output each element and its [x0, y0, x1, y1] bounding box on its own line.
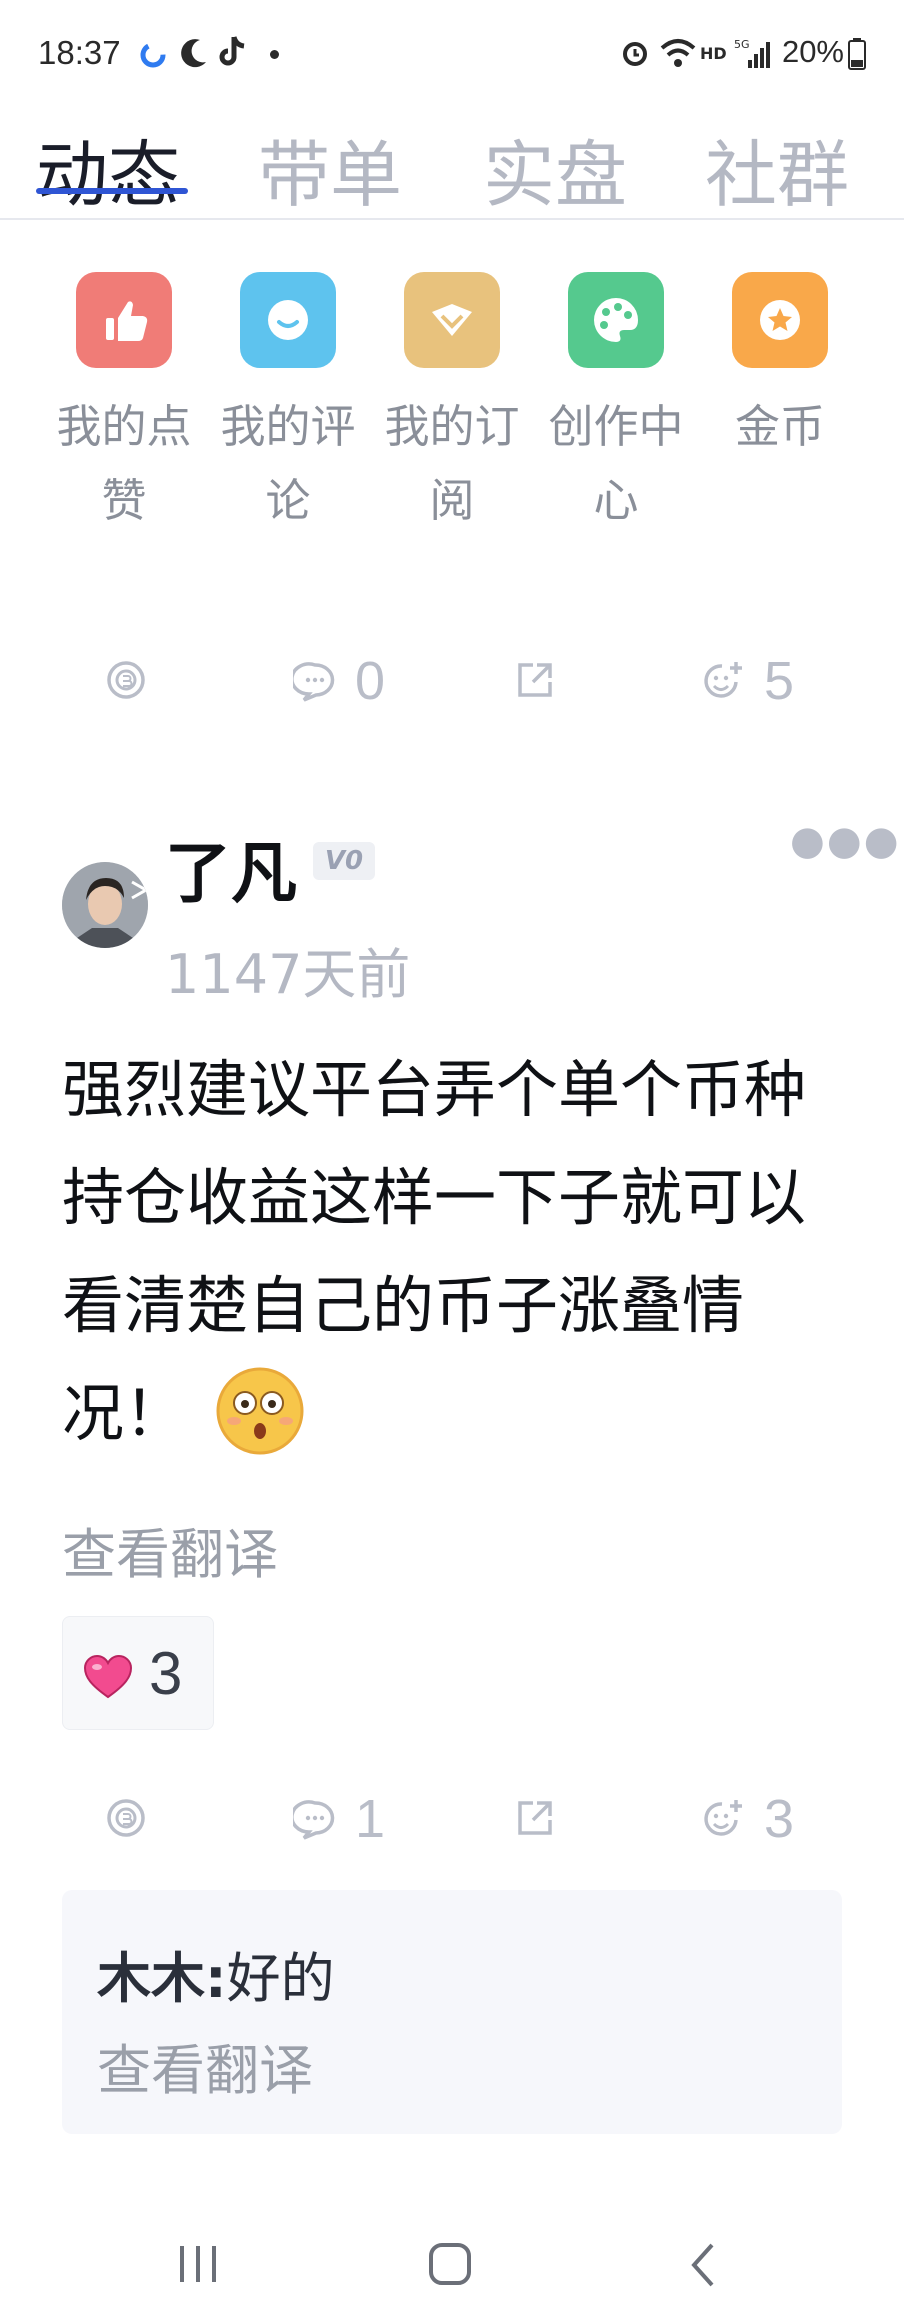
- creator-center-label-line1: 创作中: [548, 400, 684, 453]
- battery-percent: 20%: [781, 34, 844, 69]
- flushed-emoji-icon: [216, 1367, 304, 1455]
- share-icon: [518, 663, 552, 697]
- creator-center-button[interactable]: 创作中 心: [534, 272, 698, 538]
- comment-bubble-icon: [293, 1800, 335, 1840]
- tab-copy-trading[interactable]: 带单: [258, 130, 402, 220]
- tab-dynamics[interactable]: 动态: [36, 130, 180, 220]
- my-comments-label-line2: 论: [265, 474, 311, 527]
- moon-icon: [181, 39, 206, 68]
- translate-link[interactable]: 查看翻译: [62, 1510, 278, 1589]
- active-tab-indicator: [36, 188, 188, 194]
- my-likes-button[interactable]: 我的点 赞: [42, 272, 206, 538]
- reaction-button[interactable]: 5: [700, 650, 794, 712]
- tip-button[interactable]: [104, 658, 148, 702]
- my-comments-label-line1: 我的评: [220, 400, 356, 453]
- share-button[interactable]: [513, 658, 557, 702]
- comment-translate-link[interactable]: 查看翻译: [97, 2026, 313, 2105]
- add-reaction-icon: [704, 1800, 742, 1836]
- add-reaction-icon: [704, 662, 742, 698]
- battery-icon: [848, 38, 866, 70]
- my-comments-button[interactable]: 我的评 论: [206, 272, 370, 538]
- my-likes-label-line1: 我的点: [56, 400, 192, 453]
- tiktok-icon: [219, 36, 245, 66]
- author-name[interactable]: 了凡: [165, 820, 297, 916]
- creator-center-label-line2: 心: [593, 474, 639, 527]
- comment-count: 0: [355, 651, 386, 711]
- signal-icon: 5G: [734, 38, 770, 68]
- comment-button[interactable]: 1: [293, 1788, 385, 1850]
- reaction-count: 3: [764, 1789, 795, 1849]
- my-likes-label-line2: 赞: [101, 474, 147, 527]
- tab-live-trading[interactable]: 实盘: [483, 130, 627, 220]
- tip-button[interactable]: [104, 1796, 148, 1840]
- post-content: 强烈建议平台弄个单个币种持仓收益这样一下子就可以看清楚自己的币子涨叠情况！: [62, 1036, 852, 1468]
- tab-community[interactable]: 社群: [705, 130, 849, 220]
- coin-icon: [732, 272, 828, 368]
- comment-icon: [240, 272, 336, 368]
- recent-apps-icon[interactable]: [176, 2244, 220, 2284]
- wifi-icon: [660, 39, 696, 67]
- tip-coin-icon: [107, 1799, 145, 1837]
- reaction-button[interactable]: 3: [700, 1788, 794, 1850]
- comment-count: 1: [355, 1789, 386, 1849]
- tabs-divider: [0, 218, 904, 220]
- comment-text: 好的: [226, 1947, 335, 2010]
- loading-icon: [140, 42, 166, 68]
- subscribe-icon: [404, 272, 500, 368]
- tip-coin-icon: [107, 661, 145, 699]
- coins-button[interactable]: 金币: [698, 272, 862, 464]
- coins-label-line1: 金币: [734, 400, 825, 453]
- status-time: 18:37: [38, 34, 121, 71]
- top-tabs: 动态 带单 实盘 社群: [0, 130, 904, 220]
- post-text: 强烈建议平台弄个单个币种持仓收益这样一下子就可以看清楚自己的币子涨叠情况！: [62, 1053, 807, 1450]
- action-row: 0 5: [0, 650, 904, 720]
- palette-icon: [568, 272, 664, 368]
- alarm-icon: [623, 42, 647, 66]
- heart-count: 3: [149, 1640, 183, 1707]
- author-avatar[interactable]: [62, 862, 148, 948]
- home-icon[interactable]: [428, 2242, 472, 2286]
- comment-line: 木木:好的: [97, 1934, 335, 2013]
- post-time: 1147天前: [165, 943, 411, 1006]
- share-icon: [518, 1801, 552, 1835]
- my-subscriptions-label-line1: 我的订: [384, 400, 520, 453]
- hd-label: HD: [700, 44, 727, 63]
- comment-bubble-icon: [293, 662, 335, 702]
- comment-author[interactable]: 木木:: [97, 1947, 227, 2010]
- my-subscriptions-label-line2: 阅: [429, 474, 475, 527]
- heart-icon: [83, 1655, 133, 1699]
- share-button[interactable]: [513, 1796, 557, 1840]
- level-badge: V0: [313, 842, 375, 880]
- dot-icon: [270, 50, 279, 59]
- status-bar: 18:37 HD 5G 20%: [0, 0, 904, 110]
- thumbs-up-icon: [76, 272, 172, 368]
- reaction-count: 5: [764, 651, 795, 711]
- post-action-row: 1 3: [0, 1788, 904, 1858]
- more-options-icon[interactable]: ●●●: [790, 818, 901, 864]
- system-nav-bar: [0, 2200, 904, 2316]
- heart-reaction-chip[interactable]: 3: [62, 1616, 214, 1730]
- my-subscriptions-button[interactable]: 我的订 阅: [370, 272, 534, 538]
- back-icon[interactable]: [688, 2242, 718, 2288]
- comment-preview[interactable]: 木木:好的 查看翻译: [62, 1890, 842, 2134]
- comment-button[interactable]: 0: [293, 650, 385, 712]
- svg-text:5G: 5G: [734, 38, 750, 51]
